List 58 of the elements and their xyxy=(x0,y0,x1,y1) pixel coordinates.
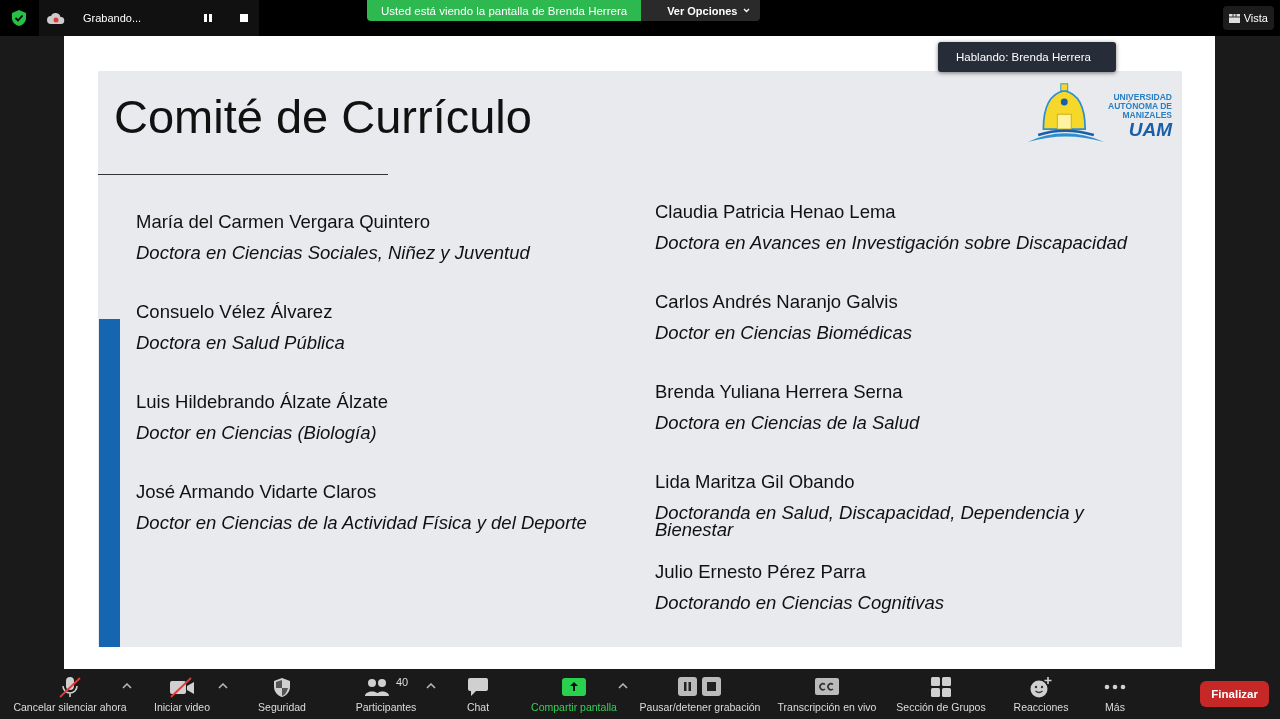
more-icon xyxy=(1104,684,1126,690)
toolbar-button[interactable]: Cancelar silenciar ahora xyxy=(6,669,134,719)
toolbar-button[interactable]: Chat xyxy=(438,669,518,719)
member-name: Julio Ernesto Pérez Parra xyxy=(655,560,867,584)
share-screen-icon xyxy=(562,678,586,696)
captions-icon xyxy=(815,678,839,696)
grid-icon xyxy=(931,677,951,697)
member-degree: Doctora en Ciencias Sociales, Niñez y Juventud xyxy=(136,244,532,261)
member-degree: Doctorando en Ciencias Cognitivas xyxy=(655,594,945,611)
view-button[interactable]: Vista xyxy=(1222,6,1274,30)
toolbar-button[interactable]: 40 Participantes xyxy=(334,669,438,719)
recording-status: Grabando... xyxy=(83,12,142,24)
toolbar-button[interactable]: Pausar/detener grabación xyxy=(630,669,770,719)
caret-icon[interactable] xyxy=(618,683,628,689)
member-degree: Doctor en Ciencias Biomédicas xyxy=(655,324,914,341)
member-name: Consuelo Vélez Álvarez xyxy=(136,300,334,324)
member-degree: Doctora en Salud Pública xyxy=(136,334,346,351)
toolbar-button[interactable]: Iniciar video xyxy=(134,669,230,719)
member-degree: Doctoranda en Salud, Discapacidad, Dependencia y Bienestar xyxy=(655,504,1086,538)
member-name: María del Carmen Vergara Quintero xyxy=(136,210,432,234)
layout-icon xyxy=(1228,13,1240,23)
toolbar-button[interactable]: Reacciones xyxy=(998,669,1084,719)
member-name: Claudia Patricia Henao Lema xyxy=(655,200,897,224)
speaker-tooltip: Hablando: Brenda Herrera xyxy=(938,42,1116,72)
chevron-down-icon xyxy=(743,8,751,13)
participant-count: 40 xyxy=(395,676,409,688)
cloud-recording-icon xyxy=(47,11,65,25)
logo-text: UNIVERSIDAD xyxy=(1113,93,1172,102)
toolbar-button[interactable]: Seguridad xyxy=(230,669,334,719)
logo-text: AUTÓNOMA DE xyxy=(1108,102,1172,111)
member-degree: Doctor en Ciencias de la Actividad Física y del Deporte xyxy=(136,514,588,531)
member-degree: Doctora en Avances en Investigación sobre Discapacidad xyxy=(655,234,1129,251)
toolbar-button[interactable]: Más xyxy=(1084,669,1146,719)
logo-text: MANIZALES xyxy=(1122,111,1172,120)
toolbar-button[interactable]: Compartir pantalla xyxy=(518,669,630,719)
smiley-icon xyxy=(1030,676,1052,698)
logo-acronym: UAM xyxy=(1128,120,1172,140)
member-name: Luis Hildebrando Álzate Álzate xyxy=(136,390,389,414)
caret-icon[interactable] xyxy=(122,683,132,689)
shield-check-icon[interactable] xyxy=(11,9,27,27)
member-name: Brenda Yuliana Herrera Serna xyxy=(655,380,904,404)
chat-bubble-icon xyxy=(467,677,489,697)
member-name: Lida Maritza Gil Obando xyxy=(655,470,856,494)
caret-icon[interactable] xyxy=(426,683,436,689)
sharing-banner: Usted está viendo la pantalla de Brenda Herrera xyxy=(367,0,642,21)
member-name: Carlos Andrés Naranjo Galvis xyxy=(655,290,899,314)
view-options-button[interactable]: Ver Opciones xyxy=(641,0,761,21)
caret-icon[interactable] xyxy=(218,683,228,689)
member-name: José Armando Vidarte Claros xyxy=(136,480,378,504)
pause-stop-icon xyxy=(678,677,722,697)
toolbar-button[interactable]: Sección de Grupos xyxy=(884,669,998,719)
toolbar-button[interactable]: Transcripción en vivo xyxy=(770,669,884,719)
member-degree: Doctora en Ciencias de la Salud xyxy=(655,414,921,431)
shield-icon xyxy=(273,676,291,698)
people-icon xyxy=(363,677,390,697)
end-meeting-button[interactable]: Finalizar xyxy=(1200,681,1269,707)
member-degree: Doctor en Ciencias (Biología) xyxy=(136,424,378,441)
slide-title: Comité de Currículo xyxy=(114,89,532,145)
